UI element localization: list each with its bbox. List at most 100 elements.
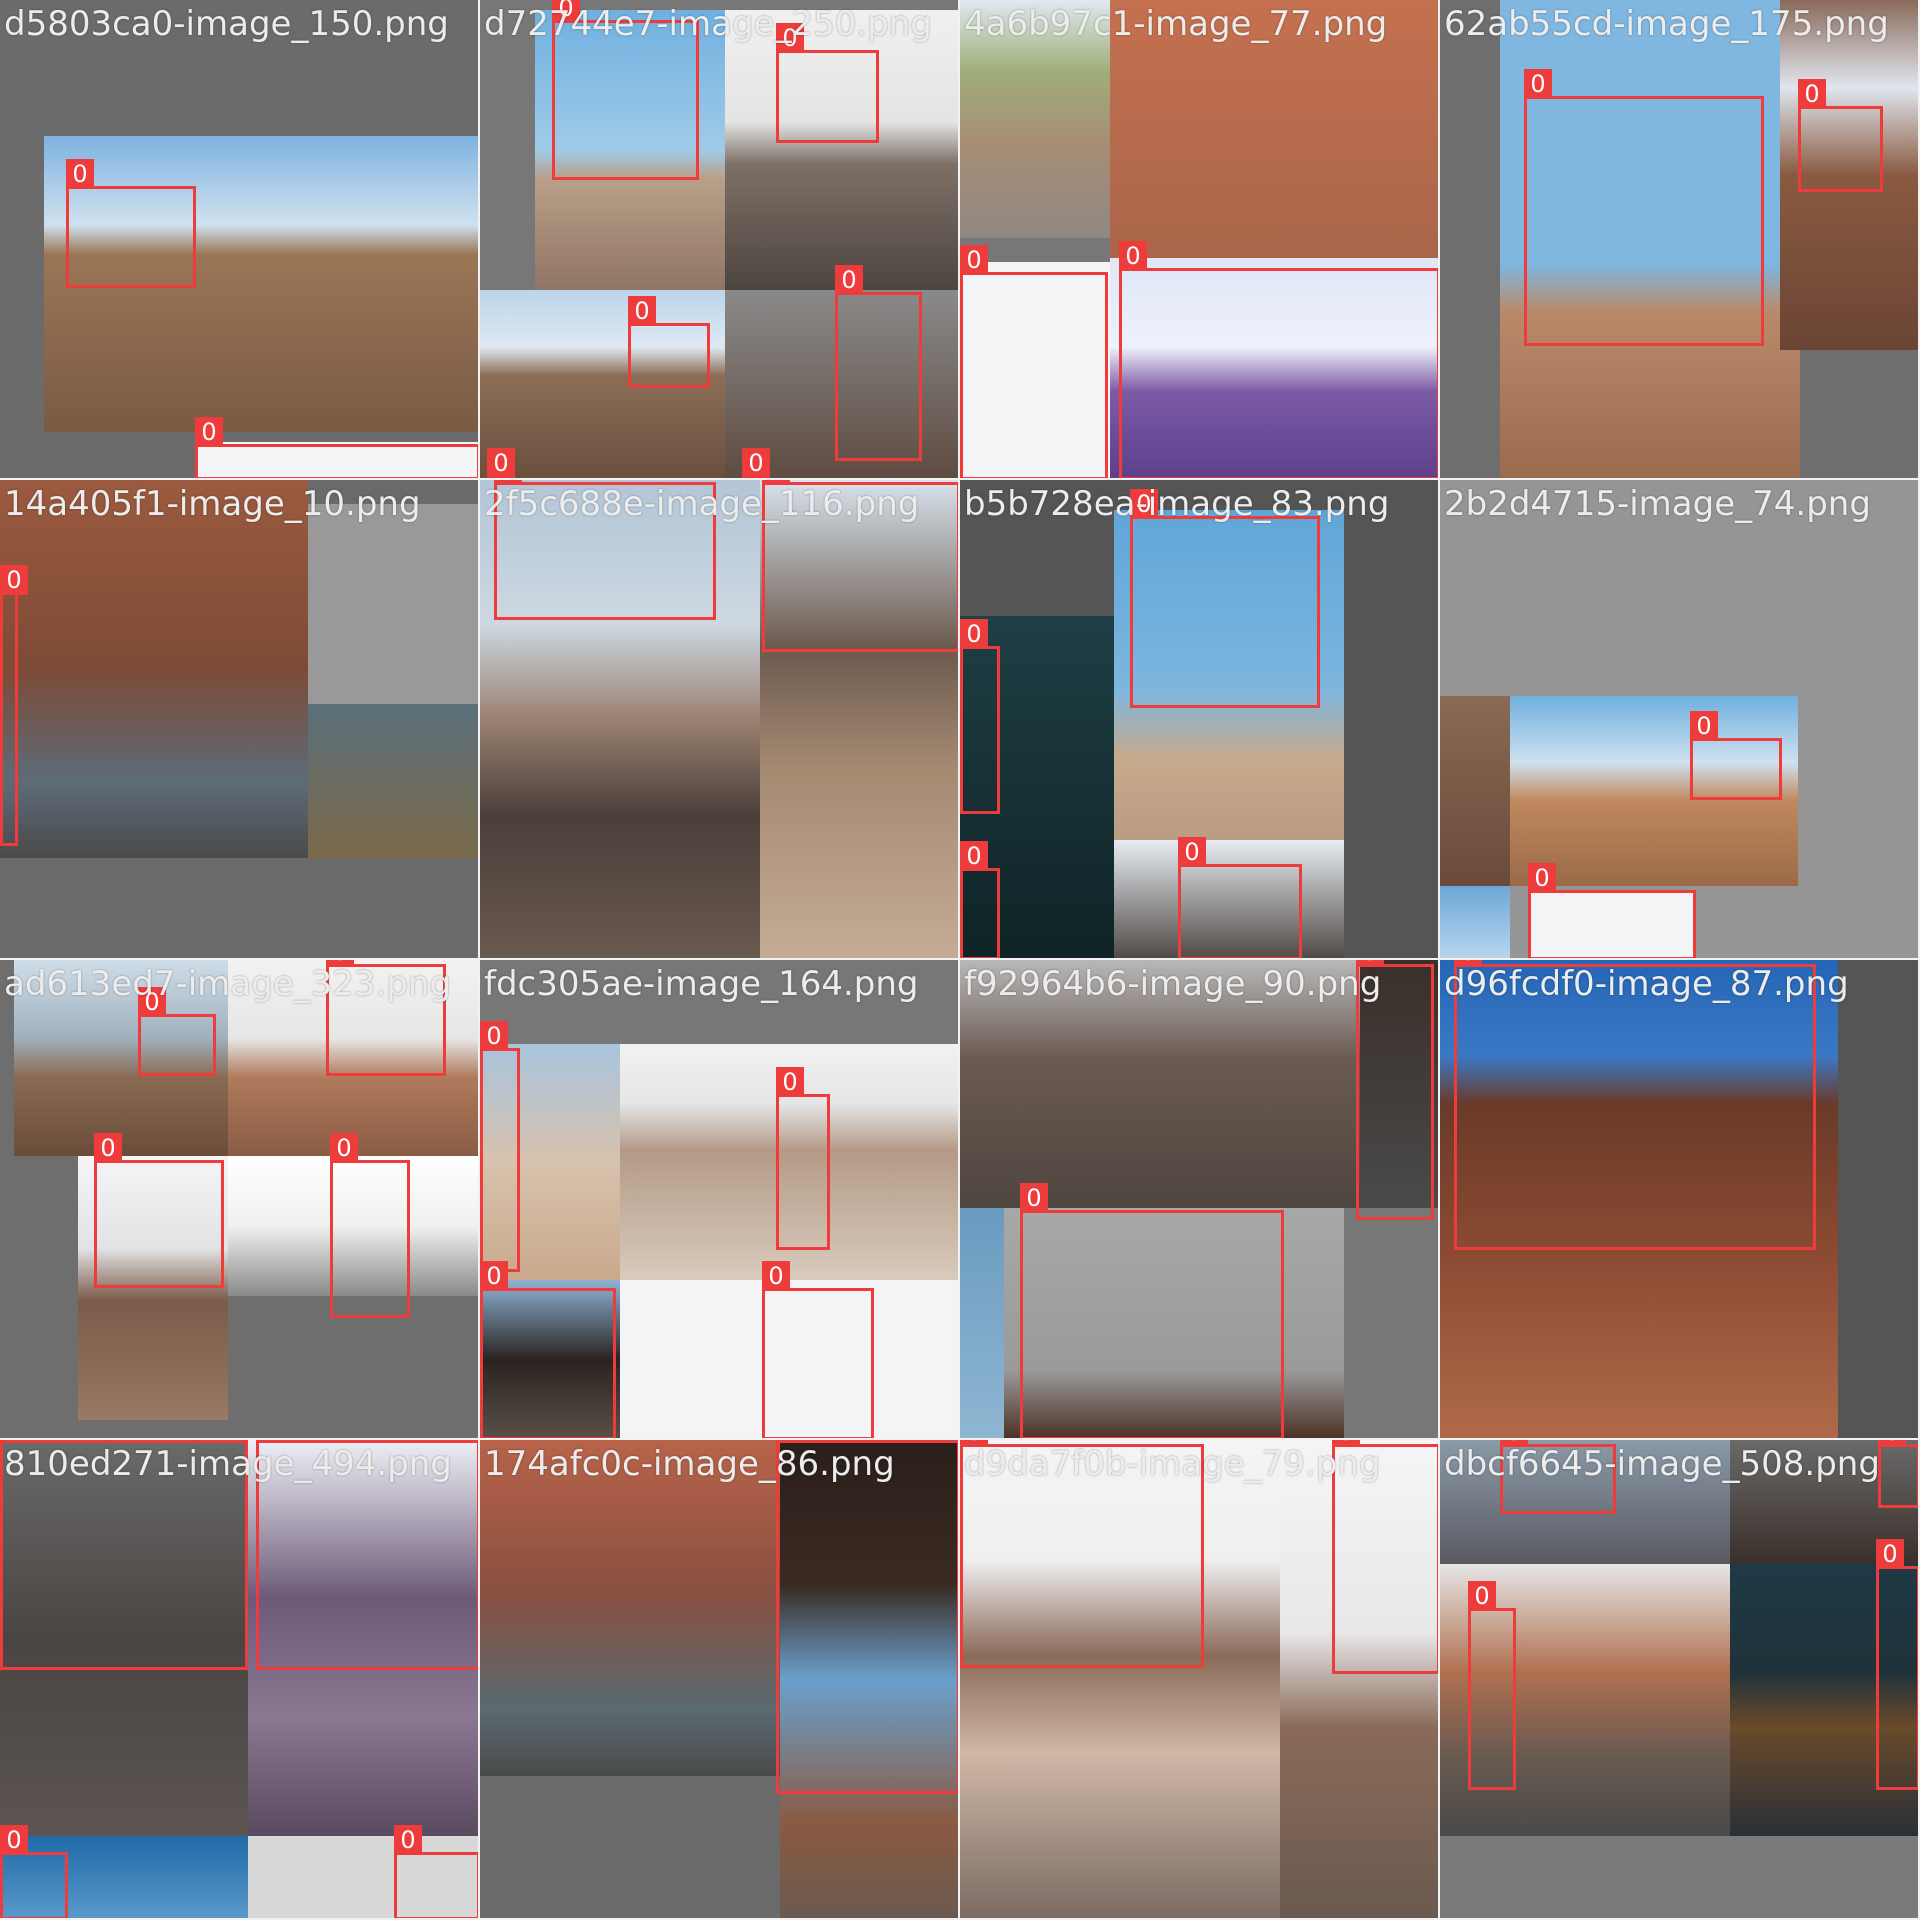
image-filename: f92964b6-image_90.png	[964, 964, 1382, 1004]
bounding-box: 0	[138, 987, 216, 1076]
bounding-box: 0	[480, 1261, 616, 1438]
mosaic-tile: 0 0 62ab55cd-image_175.png	[1440, 0, 1920, 480]
bounding-box: 0	[394, 1825, 478, 1918]
box-label: 0	[1524, 69, 1552, 99]
box-label: 0	[394, 1825, 422, 1855]
box-label: 0	[1876, 1539, 1904, 1569]
box-label: 0	[960, 245, 988, 275]
bounding-box: 0	[1468, 1581, 1516, 1790]
bounding-box: 0	[960, 245, 1108, 478]
image-filename: 2b2d4715-image_74.png	[1444, 484, 1871, 524]
box-label: 0	[628, 296, 656, 326]
bounding-box: 0	[960, 841, 1000, 958]
bounding-box: 0	[0, 565, 28, 846]
bounding-box: 0	[762, 1261, 874, 1438]
bounding-box: 0	[1798, 79, 1883, 192]
bounding-box: 0	[1130, 489, 1320, 708]
box-label: 0	[776, 1067, 804, 1097]
box-label: 0	[487, 448, 515, 478]
mosaic-tile: 0 0 d5803ca0-image_150.png	[0, 0, 480, 480]
box-label: 0	[94, 1133, 122, 1163]
image-filename: fdc305ae-image_164.png	[484, 964, 919, 1004]
image-filename: b5b728ea-image_83.png	[964, 484, 1390, 524]
box-label: 0	[0, 1825, 28, 1855]
image-filename: 4a6b97c1-image_77.png	[964, 4, 1388, 44]
bounding-box: 0	[1528, 863, 1696, 958]
image-filename: ad613ed7-image_323.png	[4, 964, 452, 1004]
image-filename: dbcf6645-image_508.png	[1444, 1444, 1880, 1484]
mosaic-tile: 0 0 2f5c688e-image_116.png	[480, 480, 960, 960]
box-label: 0	[330, 1133, 358, 1163]
photo	[960, 1208, 1004, 1438]
bounding-box: 0	[1119, 241, 1438, 478]
photo	[0, 480, 308, 858]
mosaic-tile: 0 0 0 0 b5b728ea-image_83.png	[960, 480, 1440, 960]
image-filename: 62ab55cd-image_175.png	[1444, 4, 1889, 44]
bounding-box: 0	[1690, 711, 1782, 800]
mosaic-tile: 0 0 0 0 fdc305ae-image_164.png	[480, 960, 960, 1440]
mosaic-tile: 0 0 0 0 ad613ed7-image_323.png	[0, 960, 480, 1440]
box-label: 0	[960, 619, 988, 649]
bounding-box: 0	[552, 0, 699, 180]
bounding-box: 0	[776, 1067, 830, 1250]
bounding-box: 0	[835, 265, 922, 461]
bounding-box: 0	[1524, 69, 1764, 346]
mosaic-tile: 0 174afc0c-image_86.png	[480, 1440, 960, 1920]
box-label: 0	[0, 1440, 28, 1443]
mosaic-tile: 0 0 2b2d4715-image_74.png	[1440, 480, 1920, 960]
box-label: 0	[1528, 863, 1556, 893]
mosaic-grid: 0 0 d5803ca0-image_150.png 0 0 0 0 0 0 d…	[0, 0, 1920, 1920]
bounding-box: 0	[0, 1825, 68, 1918]
photo	[1440, 886, 1510, 958]
image-filename: d9da7f0b-image_79.png	[964, 1444, 1381, 1484]
bounding-box: 0	[94, 1133, 224, 1288]
box-label: 0	[480, 1021, 508, 1051]
box-label: 0	[742, 448, 770, 478]
box-label: 0	[195, 417, 223, 447]
photo	[1440, 696, 1510, 886]
photo	[308, 704, 478, 858]
box-label: 0	[1020, 1183, 1048, 1213]
box-label: 0	[776, 1440, 804, 1443]
image-filename: 2f5c688e-image_116.png	[484, 484, 920, 524]
box-label: 0	[480, 1261, 508, 1291]
photo	[308, 504, 478, 704]
bounding-box: 0	[960, 619, 1000, 814]
mosaic-tile: 0 0 d9da7f0b-image_79.png	[960, 1440, 1440, 1920]
image-filename: d5803ca0-image_150.png	[4, 4, 449, 44]
image-filename: 174afc0c-image_86.png	[484, 1444, 895, 1484]
image-filename: d72744e7-image_250.png	[484, 4, 932, 44]
box-label: 0	[1798, 79, 1826, 109]
mosaic-tile: 0 0 0 0 0 0 d72744e7-image_250.png	[480, 0, 960, 480]
bounding-box: 0	[195, 417, 478, 478]
bounding-box: 0	[628, 296, 710, 388]
box-label: 0	[66, 159, 94, 189]
mosaic-tile: 0 0 4a6b97c1-image_77.png	[960, 0, 1440, 480]
bounding-box: 0	[66, 159, 196, 288]
mosaic-tile: 0 d96fcdf0-image_87.png	[1440, 960, 1920, 1440]
bounding-box: 0	[1878, 1440, 1918, 1508]
box-label: 0	[1690, 711, 1718, 741]
image-filename: 810ed271-image_494.png	[4, 1444, 452, 1484]
mosaic-tile: 0 0 f92964b6-image_90.png	[960, 960, 1440, 1440]
box-label: 0	[1119, 241, 1147, 271]
bounding-box: 0	[330, 1133, 410, 1318]
bounding-box: 0	[776, 1440, 958, 1794]
bounding-box: 0	[480, 1021, 520, 1272]
image-filename: d96fcdf0-image_87.png	[1444, 964, 1849, 1004]
box-label: 0	[256, 1440, 284, 1443]
box-label: 0	[1178, 837, 1206, 867]
box-label: 0	[835, 265, 863, 295]
box-label: 0	[1878, 1440, 1906, 1447]
bounding-box: 0	[1454, 960, 1816, 1250]
box-label: 0	[0, 565, 28, 595]
box-label: 0	[762, 1261, 790, 1291]
image-filename: 14a405f1-image_10.png	[4, 484, 421, 524]
mosaic-tile: 0 0 0 0 dbcf6645-image_508.png	[1440, 1440, 1920, 1920]
mosaic-tile: 0 14a405f1-image_10.png	[0, 480, 480, 960]
photo	[480, 1440, 780, 1776]
box-label: 0	[1468, 1581, 1496, 1611]
bounding-box: 0	[1178, 837, 1302, 958]
mosaic-tile: 0 0 0 0 810ed271-image_494.png	[0, 1440, 480, 1920]
bounding-box: 0	[1020, 1183, 1284, 1438]
